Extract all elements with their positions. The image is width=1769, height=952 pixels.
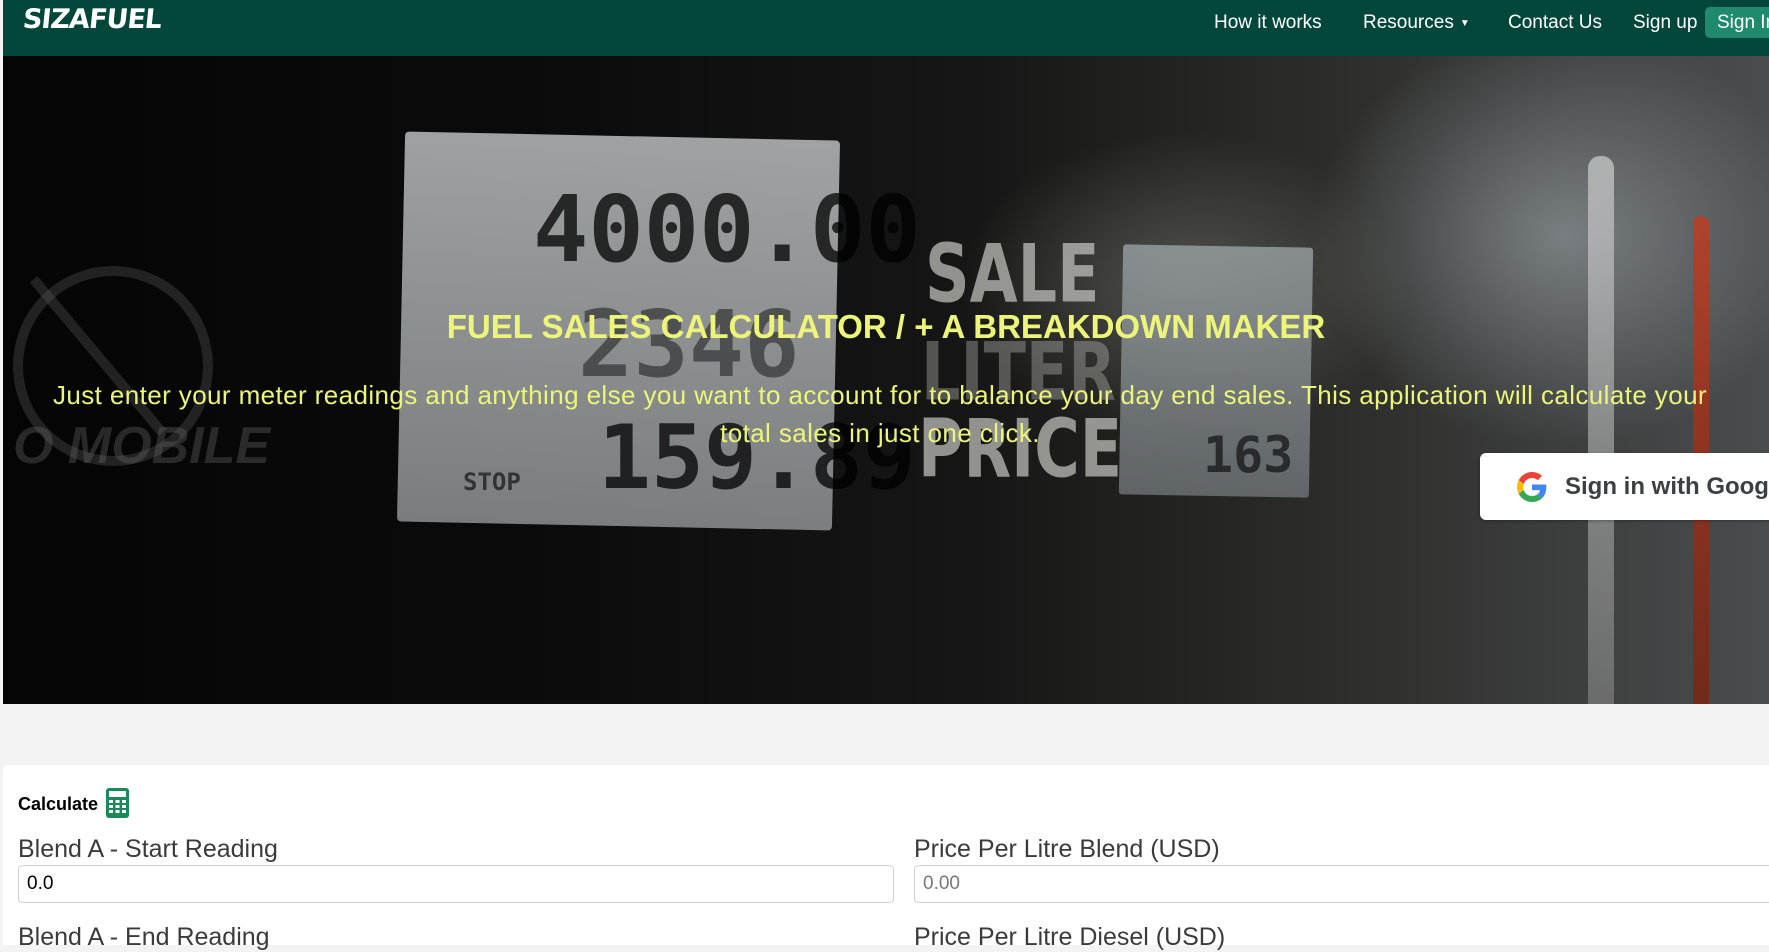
calculator-icon xyxy=(106,788,129,818)
google-signin-label: Sign in with Google xyxy=(1565,472,1769,500)
blend-a-end-label: Blend A - End Reading xyxy=(18,923,270,951)
hero-banner: O MOBILE 4000.00 2346 159.89 STOP SALE L… xyxy=(3,56,1769,704)
price-blend-label: Price Per Litre Blend (USD) xyxy=(914,835,1220,863)
price-blend-input[interactable] xyxy=(914,865,1769,903)
blend-a-start-input[interactable] xyxy=(18,865,894,903)
price-diesel-label: Price Per Litre Diesel (USD) xyxy=(914,923,1226,951)
pump-display-amount: 4000.00 xyxy=(533,176,921,283)
hero-title: FUEL SALES CALCULATOR / + A BREAKDOWN MA… xyxy=(446,308,1326,345)
nav-resources-label: Resources xyxy=(1363,12,1454,33)
nav-resources[interactable]: Resources ▼ xyxy=(1363,12,1470,34)
sign-in-button[interactable]: Sign In xyxy=(1705,7,1769,38)
google-g-icon xyxy=(1517,471,1547,502)
sizafuel-logo[interactable]: SIZAFUEL xyxy=(21,4,162,35)
nav-sign-up[interactable]: Sign up xyxy=(1633,12,1697,34)
top-navbar: SIZAFUEL How it works Resources ▼ Contact… xyxy=(3,0,1769,56)
nav-contact-us[interactable]: Contact Us xyxy=(1508,12,1602,34)
pump-stop-label: STOP xyxy=(463,468,521,496)
calculator-title: Calculate xyxy=(18,794,99,814)
caret-down-icon: ▼ xyxy=(1459,18,1470,29)
calculator-card: Calculate Blend A - Start Reading Price … xyxy=(3,765,1769,951)
hero-subtitle: Just enter your meter readings and anyth… xyxy=(53,380,1707,448)
google-signin-button[interactable]: Sign in with Google xyxy=(1480,453,1769,520)
nav-how-it-works[interactable]: How it works xyxy=(1214,12,1322,34)
sale-label: SALE xyxy=(925,226,1100,321)
blend-a-start-label: Blend A - Start Reading xyxy=(18,835,278,863)
